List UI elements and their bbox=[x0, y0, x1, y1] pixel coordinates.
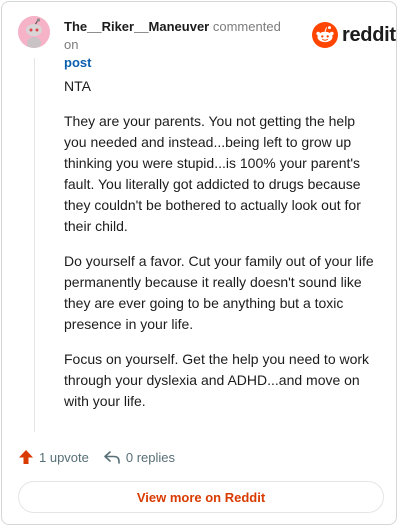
reddit-wordmark: reddit bbox=[342, 23, 396, 46]
username-link[interactable]: The__Riker__Maneuver bbox=[64, 19, 209, 34]
view-more-button[interactable]: View more on Reddit bbox=[18, 481, 384, 513]
comment-paragraph: NTA bbox=[64, 78, 91, 94]
thread-line[interactable] bbox=[34, 58, 35, 432]
upvote-button[interactable]: 1 upvote bbox=[18, 449, 89, 465]
upvote-arrow-icon bbox=[19, 450, 33, 464]
replies-button[interactable]: 0 replies bbox=[103, 449, 175, 465]
comment-paragraph: Do yourself a favor. Cut your family out… bbox=[64, 253, 374, 332]
avatar[interactable] bbox=[18, 16, 50, 48]
upvote-count: 1 upvote bbox=[39, 449, 89, 465]
reddit-snoo-icon bbox=[312, 22, 338, 48]
reply-count: 0 replies bbox=[125, 449, 176, 465]
reply-arrow-icon bbox=[104, 451, 120, 464]
comment-body: NTA They are your parents. You not getti… bbox=[64, 76, 376, 426]
comment-header: The__Riker__Maneuver commented on post bbox=[64, 18, 296, 72]
reddit-logo[interactable]: reddit bbox=[312, 22, 396, 48]
comment-actions: 1 upvote 0 replies bbox=[18, 446, 175, 468]
snoo-avatar-icon bbox=[18, 16, 50, 48]
comment-embed-card: The__Riker__Maneuver commented on post r… bbox=[1, 1, 397, 525]
comment-paragraph: They are your parents. You not getting t… bbox=[64, 113, 361, 234]
post-link[interactable]: post bbox=[64, 54, 296, 72]
comment-paragraph: Focus on yourself. Get the help you need… bbox=[64, 351, 370, 409]
